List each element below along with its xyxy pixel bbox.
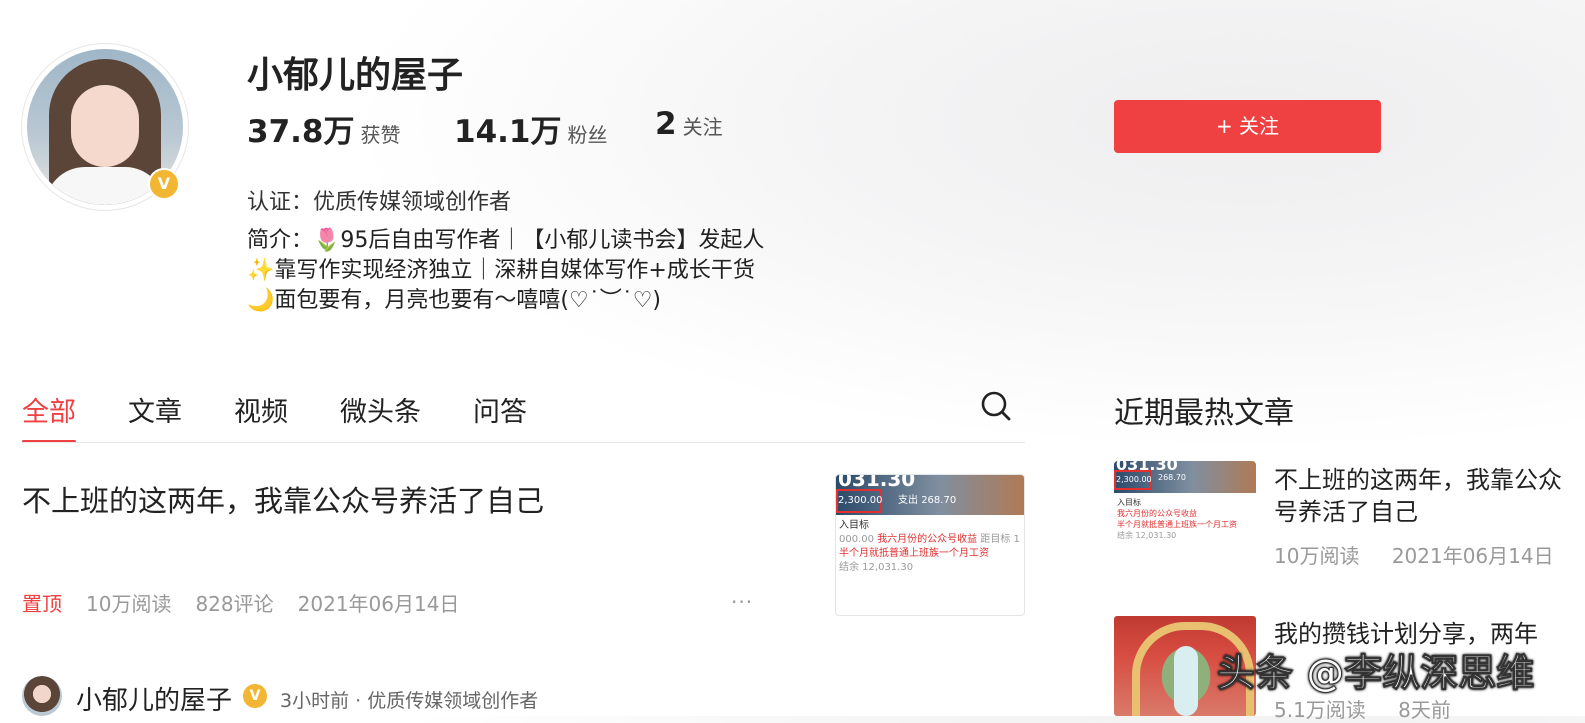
thumb-expense-label: 支出	[898, 495, 918, 506]
tab-all[interactable]: 全部	[22, 390, 76, 443]
author-meta: 3小时前 · 优质传媒领域创作者	[280, 690, 539, 712]
article-date: 2021年06月14日	[297, 592, 460, 616]
tab-micro-posts[interactable]: 微头条	[340, 390, 421, 429]
bio-line: 🌙面包要有，月亮也要有～嘻嘻(♡˙︶˙♡)	[247, 288, 662, 313]
tabs-divider	[22, 442, 1025, 443]
watermark: 头条 @李纵深思维	[1216, 651, 1535, 696]
hot-article-meta: 5.1万阅读 8天前	[1274, 694, 1477, 723]
hot-article-date: 2021年06月14日	[1391, 544, 1554, 568]
article-reads: 10万阅读	[86, 592, 172, 616]
content-tabs: 全部 文章 视频 微头条 问答	[22, 390, 579, 443]
article-meta: 置顶 10万阅读 828评论 2021年06月14日	[22, 588, 483, 617]
stat-following[interactable]: 2 关注	[655, 106, 723, 142]
tab-articles[interactable]: 文章	[128, 390, 182, 429]
search-icon[interactable]	[980, 390, 1012, 422]
tab-qa[interactable]: 问答	[473, 390, 527, 429]
hot-articles-title: 近期最热文章	[1114, 396, 1294, 431]
hot-article-date: 8天前	[1398, 698, 1451, 722]
stat-fans-label: 粉丝	[567, 123, 608, 147]
hot-article-reads: 10万阅读	[1274, 544, 1360, 568]
thumb-line1: 我六月份的公众号收益	[1117, 509, 1197, 518]
profile-name: 小郁儿的屋子	[247, 55, 464, 96]
tab-videos[interactable]: 视频	[234, 390, 288, 429]
author-name[interactable]: 小郁儿的屋子	[76, 680, 232, 717]
hot-article-title[interactable]: 不上班的这两年，我靠公众号养活了自己	[1274, 464, 1566, 528]
thumb-target: 入目标	[839, 520, 869, 531]
follow-button[interactable]: + 关注	[1114, 100, 1381, 153]
stat-following-number: 2	[655, 106, 677, 142]
thumb-balance: 结余 12,031.30	[839, 562, 914, 573]
thumb-side: 距目标 1	[980, 534, 1020, 545]
thumb-line2: 半个月就抵普通上班族一个月工资	[1117, 520, 1237, 529]
thumb-expense: 268.70	[921, 495, 957, 506]
verified-badge-icon: V	[243, 684, 267, 708]
article-title[interactable]: 不上班的这两年，我靠公众号养活了自己	[22, 478, 544, 520]
thumb-expense: 268.70	[1158, 473, 1186, 482]
stat-fans[interactable]: 14.1万 粉丝	[454, 106, 608, 151]
more-options-icon[interactable]: ···	[731, 590, 753, 614]
stat-likes-number: 37.8万	[247, 114, 355, 150]
author-avatar[interactable]	[22, 676, 62, 716]
bio: 简介：🌷95后自由写作者｜【小郁儿读书会】发起人 ✨靠写作实现经济独立｜深耕自媒…	[247, 226, 764, 316]
bio-line: ✨靠写作实现经济独立｜深耕自媒体写作+成长干货	[247, 258, 755, 283]
pinned-label: 置顶	[22, 592, 62, 616]
article-comments[interactable]: 828评论	[195, 588, 273, 617]
thumb-row-num: 000.00	[839, 534, 874, 545]
thumb-target: 入目标	[1117, 498, 1141, 507]
stat-likes-label: 获赞	[360, 123, 401, 147]
hot-article-reads: 5.1万阅读	[1274, 698, 1366, 722]
article-thumbnail[interactable]: 031.30 2,300.00 支出 268.70 入目标 000.00 我六月…	[835, 474, 1025, 616]
certification-text: 认证：优质传媒领域创作者	[247, 190, 512, 215]
stat-likes: 37.8万 获赞	[247, 106, 401, 151]
verified-badge-icon: V	[148, 168, 180, 200]
thumb-boxed-value: 2,300.00	[836, 489, 883, 513]
stat-following-label: 关注	[682, 115, 723, 139]
stat-fans-number: 14.1万	[454, 114, 562, 150]
thumb-line1: 我六月份的公众号收益	[877, 534, 978, 545]
thumb-boxed-value: 2,300.00	[1114, 470, 1152, 490]
hot-article-meta: 10万阅读 2021年06月14日	[1274, 540, 1580, 569]
thumb-line2: 半个月就抵普通上班族一个月工资	[839, 548, 989, 559]
bio-line: 简介：🌷95后自由写作者｜【小郁儿读书会】发起人	[247, 228, 765, 253]
thumb-balance: 结余 12,031.30	[1117, 531, 1177, 540]
hot-article-thumbnail[interactable]: 031.30 2,300.00 268.70 入目标 我六月份的公众号收益 半个…	[1114, 461, 1256, 566]
